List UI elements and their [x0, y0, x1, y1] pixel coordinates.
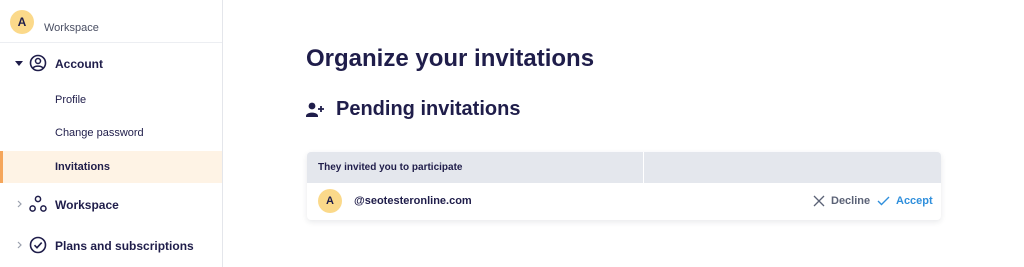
caret-right-icon: [14, 240, 24, 250]
caret-right-icon: [14, 199, 24, 209]
sidebar: A Workspace Account Profile Change passw…: [0, 0, 223, 267]
avatar: A: [318, 189, 342, 213]
accept-label: Accept: [896, 195, 933, 207]
section-title: Pending invitations: [336, 98, 521, 120]
sidebar-subitem-change-password[interactable]: Change password: [0, 117, 222, 149]
sidebar-subitem-label: Invitations: [55, 161, 111, 173]
workspace-nodes-icon: [29, 195, 47, 213]
invitations-table: They invited you to participate A @seote…: [307, 152, 941, 220]
sidebar-subitem-invitations[interactable]: Invitations: [0, 151, 222, 183]
workspace-name: Workspace: [44, 22, 99, 34]
sidebar-item-label: Account: [55, 57, 103, 71]
decline-button[interactable]: Decline: [813, 193, 870, 209]
sidebar-subitem-label: Profile: [55, 94, 87, 106]
sidebar-item-label: Workspace: [55, 198, 119, 212]
sidebar-subitem-label: Change password: [55, 127, 144, 139]
workspace-avatar: A: [10, 10, 34, 34]
sidebar-item-workspace[interactable]: Workspace: [0, 193, 222, 215]
check-circle-icon: [29, 236, 47, 254]
sidebar-subitem-profile[interactable]: Profile: [0, 84, 222, 116]
caret-down-icon: [14, 58, 24, 68]
user-plus-icon: [305, 101, 325, 119]
sidebar-item-label: Plans and subscriptions: [55, 239, 194, 253]
sidebar-item-account[interactable]: Account: [0, 52, 222, 74]
page-title: Organize your invitations: [306, 45, 595, 72]
column-divider: [643, 152, 644, 183]
invitation-email: @seotesteronline.com: [354, 195, 472, 207]
close-icon: [813, 195, 825, 207]
user-circle-icon: [29, 54, 47, 72]
table-header: They invited you to participate: [307, 152, 941, 183]
column-header: They invited you to participate: [318, 162, 463, 173]
check-icon: [877, 196, 890, 206]
decline-label: Decline: [831, 195, 871, 207]
workspace-header[interactable]: A Workspace: [0, 0, 222, 43]
accept-button[interactable]: Accept: [877, 193, 933, 209]
table-row: A @seotesteronline.com Decline Accept: [307, 183, 941, 220]
sidebar-item-plans[interactable]: Plans and subscriptions: [0, 234, 222, 256]
